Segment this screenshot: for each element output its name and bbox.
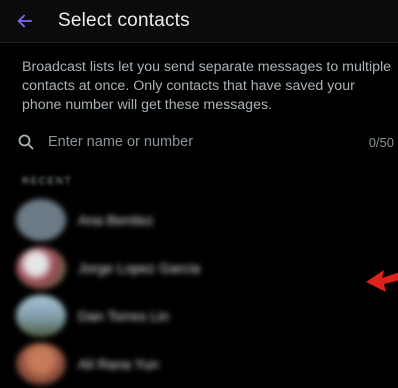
contact-name: Ali Rana Yun xyxy=(78,356,159,372)
contact-name: Dan Torres Lin xyxy=(78,308,169,324)
avatar xyxy=(16,295,66,337)
header-divider xyxy=(0,42,398,43)
search-bar[interactable]: 0/50 xyxy=(0,128,398,156)
avatar xyxy=(16,247,66,289)
selection-counter: 0/50 xyxy=(368,134,394,150)
back-arrow-icon[interactable] xyxy=(16,12,34,30)
contact-row[interactable]: Jorge Lopez Garcia xyxy=(0,244,398,292)
app-bar: Select contacts xyxy=(0,0,398,42)
avatar xyxy=(16,199,66,241)
contact-name: Jorge Lopez Garcia xyxy=(78,260,201,276)
contact-list: Ana Benitez Jorge Lopez Garcia Dan Torre… xyxy=(0,196,398,388)
page-title: Select contacts xyxy=(58,10,190,31)
avatar xyxy=(16,343,66,385)
red-annotation-arrow-icon xyxy=(366,270,398,292)
contact-row[interactable]: Dan Torres Lin xyxy=(0,292,398,340)
search-input[interactable] xyxy=(48,134,369,150)
search-icon xyxy=(18,134,34,150)
recent-section-label: RECENT xyxy=(22,176,73,187)
contact-row[interactable]: Ali Rana Yun xyxy=(0,340,398,388)
contact-row[interactable]: Ana Benitez xyxy=(0,196,398,244)
contact-name: Ana Benitez xyxy=(78,212,154,228)
broadcast-info-text: Broadcast lists let you send separate me… xyxy=(22,59,392,113)
